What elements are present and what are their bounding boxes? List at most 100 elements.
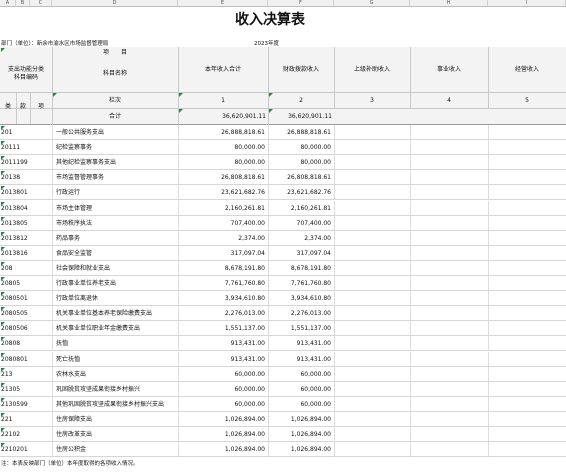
subject-name-cell[interactable]: 药品事务: [56, 231, 176, 246]
subject-code-cell[interactable]: 2080801: [1, 352, 51, 367]
fiscal-income-cell[interactable]: 7,761,760.80: [268, 276, 332, 291]
fiscal-income-cell[interactable]: 317,097.04: [268, 246, 332, 261]
column-header-A[interactable]: A: [0, 0, 16, 7]
table-row[interactable]: 2080501 行政单位离退休 3,934,610.80 3,934,610.80: [0, 291, 566, 307]
income-total-cell[interactable]: 913,431.00: [180, 352, 266, 367]
income-total-cell[interactable]: 23,621,682.76: [180, 185, 266, 200]
subject-name-cell[interactable]: 社会保障和就业支出: [56, 261, 176, 276]
income-total-cell[interactable]: 913,431.00: [180, 336, 266, 351]
subject-code-cell[interactable]: 22102: [1, 427, 51, 442]
fiscal-income-cell[interactable]: 1,551,137.00: [268, 321, 332, 336]
subject-name-cell[interactable]: 行政事业单位养老支出: [56, 276, 176, 291]
income-total-cell[interactable]: 1,026,894.00: [180, 442, 266, 457]
fiscal-income-cell[interactable]: 3,934,610.80: [268, 291, 332, 306]
fiscal-income-cell[interactable]: 26,888,818.61: [268, 125, 332, 140]
subject-name-cell[interactable]: 行政单位离退休: [56, 291, 176, 306]
table-row[interactable]: 2013816 食品安全监管 317,097.04 317,097.04: [0, 245, 566, 261]
fiscal-income-cell[interactable]: 1,026,894.00: [268, 442, 332, 457]
column-header-C[interactable]: C: [30, 0, 52, 7]
income-total-cell[interactable]: 60,000.00: [180, 397, 266, 412]
income-total-cell[interactable]: 2,374.00: [180, 231, 266, 246]
table-row[interactable]: 2130599 其他巩固脱贫攻坚成果衔接乡村振兴支出 60,000.00 60,000…: [0, 396, 566, 412]
fiscal-income-cell[interactable]: 23,621,682.76: [268, 185, 332, 200]
table-row[interactable]: 213 农林水支出 60,000.00 60,000.00: [0, 366, 566, 382]
table-row[interactable]: 21305 巩固脱贫攻坚成果衔接乡村振兴 60,000.00 60,000.00: [0, 381, 566, 397]
subject-code-cell[interactable]: 20111: [1, 140, 51, 155]
subject-name-cell[interactable]: 一般公共服务支出: [56, 125, 176, 140]
income-total-cell[interactable]: 707,400.00: [180, 216, 266, 231]
income-total-cell[interactable]: 3,934,610.80: [180, 291, 266, 306]
table-row[interactable]: 2013804 市场主体管理 2,160,261.81 2,160,261.81: [0, 200, 566, 216]
subject-code-cell[interactable]: 2080506: [1, 321, 51, 336]
table-row[interactable]: 20111 纪检监察事务 80,000.00 80,000.00: [0, 140, 566, 156]
subject-name-cell[interactable]: 巩固脱贫攻坚成果衔接乡村振兴: [56, 382, 176, 397]
fiscal-income-cell[interactable]: 2,276,013.00: [268, 306, 332, 321]
subject-code-cell[interactable]: 2080501: [1, 291, 51, 306]
table-row[interactable]: 20138 市场监督管理事务 26,808,818.61 26,808,818.61: [0, 170, 566, 186]
income-total-cell[interactable]: 1,551,137.00: [180, 321, 266, 336]
subject-code-cell[interactable]: 221: [1, 412, 51, 427]
income-total-cell[interactable]: 1,026,894.00: [180, 427, 266, 442]
table-row[interactable]: 2013801 行政运行 23,621,682.76 23,621,682.76: [0, 185, 566, 201]
income-total-cell[interactable]: 60,000.00: [180, 382, 266, 397]
subject-code-cell[interactable]: 2013804: [1, 201, 51, 216]
income-total-cell[interactable]: 7,761,760.80: [180, 276, 266, 291]
subject-code-cell[interactable]: 208: [1, 261, 51, 276]
table-row[interactable]: 2013812 药品事务 2,374.00 2,374.00: [0, 230, 566, 246]
subject-name-cell[interactable]: 其他纪检监察事务支出: [56, 155, 176, 170]
subject-name-cell[interactable]: 抚恤: [56, 336, 176, 351]
table-row[interactable]: 2080505 机关事业单位基本养老保险缴费支出 2,276,013.00 2,276…: [0, 306, 566, 322]
column-header-H[interactable]: H: [410, 0, 488, 7]
fiscal-income-cell[interactable]: 26,808,818.61: [268, 170, 332, 185]
subject-name-cell[interactable]: 住房改革支出: [56, 427, 176, 442]
fiscal-income-cell[interactable]: 2,374.00: [268, 231, 332, 246]
fiscal-income-cell[interactable]: 60,000.00: [268, 397, 332, 412]
income-total-cell[interactable]: 26,888,818.61: [180, 125, 266, 140]
table-row[interactable]: 2080801 死亡抚恤 913,431.00 913,431.00: [0, 351, 566, 367]
income-total-cell[interactable]: 26,808,818.61: [180, 170, 266, 185]
subject-name-cell[interactable]: 住房保障支出: [56, 412, 176, 427]
fiscal-income-cell[interactable]: 80,000.00: [268, 140, 332, 155]
subject-code-cell[interactable]: 2013801: [1, 185, 51, 200]
fiscal-income-cell[interactable]: 913,431.00: [268, 352, 332, 367]
subject-code-cell[interactable]: 2013816: [1, 246, 51, 261]
fiscal-income-cell[interactable]: 1,026,894.00: [268, 427, 332, 442]
subject-code-cell[interactable]: 201: [1, 125, 51, 140]
income-total-cell[interactable]: 80,000.00: [180, 140, 266, 155]
subject-name-cell[interactable]: 食品安全监管: [56, 246, 176, 261]
table-row[interactable]: 20808 抚恤 913,431.00 913,431.00: [0, 336, 566, 352]
table-row[interactable]: 2013805 市场秩序执法 707,400.00 707,400.00: [0, 215, 566, 231]
column-header-G[interactable]: G: [334, 0, 410, 7]
table-row[interactable]: 201 一般公共服务支出 26,888,818.61 26,888,818.61: [0, 125, 566, 141]
column-header-B[interactable]: B: [16, 0, 30, 7]
income-total-cell[interactable]: 80,000.00: [180, 155, 266, 170]
table-row[interactable]: 2210201 住房公积金 1,026,894.00 1,026,894.00: [0, 442, 566, 458]
table-row[interactable]: 2080506 机关事业单位职业年金缴费支出 1,551,137.00 1,551,1…: [0, 321, 566, 337]
table-row[interactable]: 22102 住房改革支出 1,026,894.00 1,026,894.00: [0, 427, 566, 443]
subject-name-cell[interactable]: 住房公积金: [56, 442, 176, 457]
subject-code-cell[interactable]: 20808: [1, 336, 51, 351]
table-row[interactable]: 221 住房保障支出 1,026,894.00 1,026,894.00: [0, 411, 566, 427]
subject-name-cell[interactable]: 市场主体管理: [56, 201, 176, 216]
subject-name-cell[interactable]: 农林水支出: [56, 367, 176, 382]
subject-name-cell[interactable]: 市场秩序执法: [56, 216, 176, 231]
income-total-cell[interactable]: 2,160,261.81: [180, 201, 266, 216]
table-row[interactable]: 20805 行政事业单位养老支出 7,761,760.80 7,761,760.80: [0, 276, 566, 292]
subject-code-cell[interactable]: 213: [1, 367, 51, 382]
subject-code-cell[interactable]: 20805: [1, 276, 51, 291]
fiscal-income-cell[interactable]: 913,431.00: [268, 336, 332, 351]
table-row[interactable]: 2011199 其他纪检监察事务支出 80,000.00 80,000.00: [0, 155, 566, 171]
subject-name-cell[interactable]: 机关事业单位基本养老保险缴费支出: [56, 306, 176, 321]
income-total-cell[interactable]: 1,026,894.00: [180, 412, 266, 427]
subject-name-cell[interactable]: 行政运行: [56, 185, 176, 200]
subject-name-cell[interactable]: 其他巩固脱贫攻坚成果衔接乡村振兴支出: [56, 397, 176, 412]
subject-name-cell[interactable]: 市场监督管理事务: [56, 170, 176, 185]
table-row[interactable]: 208 社会保障和就业支出 8,678,191.80 8,678,191.80: [0, 260, 566, 276]
fiscal-income-cell[interactable]: 1,026,894.00: [268, 412, 332, 427]
subject-code-cell[interactable]: 2080505: [1, 306, 51, 321]
fiscal-income-cell[interactable]: 2,160,261.81: [268, 201, 332, 216]
income-total-cell[interactable]: 317,097.04: [180, 246, 266, 261]
column-header-F[interactable]: F: [268, 0, 334, 7]
column-header-D[interactable]: D: [52, 0, 178, 7]
column-header-I[interactable]: I: [488, 0, 566, 7]
